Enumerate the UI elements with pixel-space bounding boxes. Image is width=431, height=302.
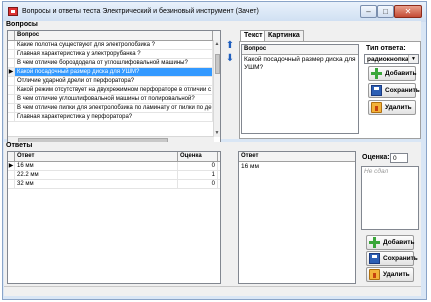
save-question-label: Сохранить bbox=[385, 87, 420, 94]
row-indicator bbox=[8, 95, 15, 103]
question-cell[interactable]: Отличие ударной дрели от перфоратора? bbox=[15, 77, 213, 85]
answer-text-header-label: Ответ bbox=[241, 153, 259, 159]
comment-field[interactable]: Не сдал bbox=[361, 166, 419, 230]
question-text-box[interactable]: Вопрос Какой посадочный размер диска для… bbox=[241, 44, 359, 134]
question-text-header: Вопрос bbox=[242, 45, 358, 55]
maximize-button[interactable]: □ bbox=[377, 5, 394, 18]
row-indicator bbox=[8, 50, 15, 58]
save-question-button[interactable]: Сохранить bbox=[368, 83, 420, 98]
scroll-thumb[interactable] bbox=[215, 54, 220, 74]
question-cell[interactable]: Какой режим отсутствует на двухрежимном … bbox=[15, 86, 213, 94]
answers-grid-header: Ответ Оценка bbox=[8, 152, 220, 162]
question-column-header[interactable]: Вопрос bbox=[15, 31, 213, 40]
save-answer-button[interactable]: Сохранить bbox=[366, 251, 418, 266]
question-row[interactable]: Отличие ударной дрели от перфоратора? bbox=[8, 77, 220, 86]
app-icon bbox=[8, 7, 18, 16]
score-cell[interactable]: 0 bbox=[178, 162, 218, 170]
answer-row[interactable]: 32 мм 0 bbox=[8, 180, 220, 189]
question-cell[interactable]: Какие полотна существуют для электролобз… bbox=[15, 41, 213, 49]
chevron-down-icon[interactable]: ▼ bbox=[408, 55, 418, 63]
answer-column-header[interactable]: Ответ bbox=[15, 152, 178, 161]
answer-cell[interactable]: 32 мм bbox=[15, 180, 178, 188]
question-row[interactable]: Какой режим отсутствует на двухрежимном … bbox=[8, 86, 220, 95]
add-question-button[interactable]: Добавить bbox=[368, 66, 416, 81]
score-input[interactable]: 0 bbox=[390, 153, 408, 163]
row-indicator bbox=[8, 77, 15, 85]
trash-icon bbox=[371, 102, 382, 113]
score-column-header[interactable]: Оценка bbox=[178, 152, 218, 161]
question-text-header-label: Вопрос bbox=[244, 46, 267, 52]
row-indicator bbox=[8, 41, 15, 49]
question-row[interactable]: В чем отличие пилки для электролобзика п… bbox=[8, 104, 220, 113]
question-cell[interactable]: В чем отличие бороздодела от углошлифова… bbox=[15, 59, 213, 67]
close-button[interactable]: ✕ bbox=[394, 5, 422, 18]
status-bar bbox=[4, 286, 421, 296]
answers-grid[interactable]: Ответ Оценка ▶ 16 мм 0 22.2 мм 1 32 мм 0 bbox=[7, 151, 221, 284]
row-indicator: ▶ bbox=[8, 68, 15, 76]
answer-type-label: Тип ответа: bbox=[366, 45, 406, 52]
add-question-label: Добавить bbox=[385, 70, 417, 77]
question-row[interactable]: В чем отличие бороздодела от углошлифова… bbox=[8, 59, 220, 68]
arrow-down-icon[interactable]: ⬇ bbox=[225, 54, 235, 64]
window-title: Вопросы и ответы теста Электрический и б… bbox=[22, 8, 259, 15]
question-cell[interactable]: В чем отличие пилки для электролобзика п… bbox=[15, 104, 213, 112]
question-cell[interactable]: В чем отличие углошлифовальной машины от… bbox=[15, 95, 213, 103]
answer-type-value: радиокнопка bbox=[367, 56, 409, 63]
answer-text-value[interactable]: 16 мм bbox=[239, 162, 355, 171]
delete-question-label: Удалить bbox=[385, 104, 412, 111]
question-cell[interactable]: Главная характеристика у электрорубанка … bbox=[15, 50, 213, 58]
answer-type-select[interactable]: радиокнопка ▼ bbox=[364, 54, 419, 64]
scroll-down-icon[interactable]: ▼ bbox=[214, 129, 220, 137]
question-row[interactable]: Главная характеристика у электрорубанка … bbox=[8, 50, 220, 59]
answer-text-header: Ответ bbox=[239, 152, 355, 162]
questions-grid[interactable]: Вопрос Какие полотна существуют для элек… bbox=[7, 30, 221, 145]
row-indicator bbox=[8, 59, 15, 67]
delete-question-button[interactable]: Удалить bbox=[368, 100, 416, 115]
row-indicator bbox=[8, 180, 15, 188]
tab-picture[interactable]: Картинка bbox=[264, 30, 304, 41]
minimize-button[interactable]: – bbox=[360, 5, 377, 18]
question-text-value[interactable]: Какой посадочный размер диска для УШМ? bbox=[242, 55, 358, 73]
row-indicator-header bbox=[8, 31, 15, 40]
plus-icon bbox=[371, 68, 382, 79]
save-icon bbox=[371, 85, 382, 96]
question-cell[interactable]: Главная характеристика у перфоратора? bbox=[15, 113, 213, 121]
plus-icon bbox=[369, 237, 380, 248]
question-row[interactable]: В чем отличие углошлифовальной машины от… bbox=[8, 95, 220, 104]
questions-rows: Какие полотна существуют для электролобз… bbox=[8, 41, 220, 122]
questions-section-label: Вопросы bbox=[6, 21, 38, 28]
row-indicator: ▶ bbox=[8, 162, 15, 170]
row-indicator-header bbox=[8, 152, 15, 161]
row-indicator bbox=[8, 104, 15, 112]
score-cell[interactable]: 1 bbox=[178, 171, 218, 179]
question-row[interactable]: Главная характеристика у перфоратора? bbox=[8, 113, 220, 122]
scroll-up-icon[interactable]: ▲ bbox=[214, 40, 220, 48]
save-answer-label: Сохранить bbox=[383, 255, 418, 262]
title-bar: Вопросы и ответы теста Электрический и б… bbox=[3, 2, 426, 22]
add-answer-label: Добавить bbox=[383, 239, 415, 246]
score-label: Оценка: bbox=[362, 154, 390, 161]
delete-answer-label: Удалить bbox=[383, 271, 410, 278]
question-cell[interactable]: Какой посадочный размер диска для УШМ? bbox=[15, 68, 213, 76]
save-icon bbox=[369, 253, 380, 264]
delete-answer-button[interactable]: Удалить bbox=[366, 267, 414, 282]
question-row[interactable]: ▶ Какой посадочный размер диска для УШМ? bbox=[8, 68, 220, 77]
arrow-up-icon[interactable]: ⬆ bbox=[225, 41, 235, 51]
answer-text-box[interactable]: Ответ 16 мм bbox=[238, 151, 356, 284]
answer-cell[interactable]: 22.2 мм bbox=[15, 171, 178, 179]
score-cell[interactable]: 0 bbox=[178, 180, 218, 188]
answer-row[interactable]: 22.2 мм 1 bbox=[8, 171, 220, 180]
trash-icon bbox=[369, 269, 380, 280]
answer-cell[interactable]: 16 мм bbox=[15, 162, 178, 170]
answers-rows: ▶ 16 мм 0 22.2 мм 1 32 мм 0 bbox=[8, 162, 220, 189]
add-answer-button[interactable]: Добавить bbox=[366, 235, 414, 250]
row-indicator bbox=[8, 113, 15, 121]
question-row[interactable]: Какие полотна существуют для электролобз… bbox=[8, 41, 220, 50]
questions-grid-header: Вопрос bbox=[8, 31, 220, 41]
answer-row[interactable]: ▶ 16 мм 0 bbox=[8, 162, 220, 171]
questions-vertical-scrollbar[interactable]: ▲ ▼ bbox=[213, 40, 220, 137]
answers-section-label: Ответы bbox=[6, 142, 33, 149]
row-indicator bbox=[8, 171, 15, 179]
row-indicator bbox=[8, 86, 15, 94]
